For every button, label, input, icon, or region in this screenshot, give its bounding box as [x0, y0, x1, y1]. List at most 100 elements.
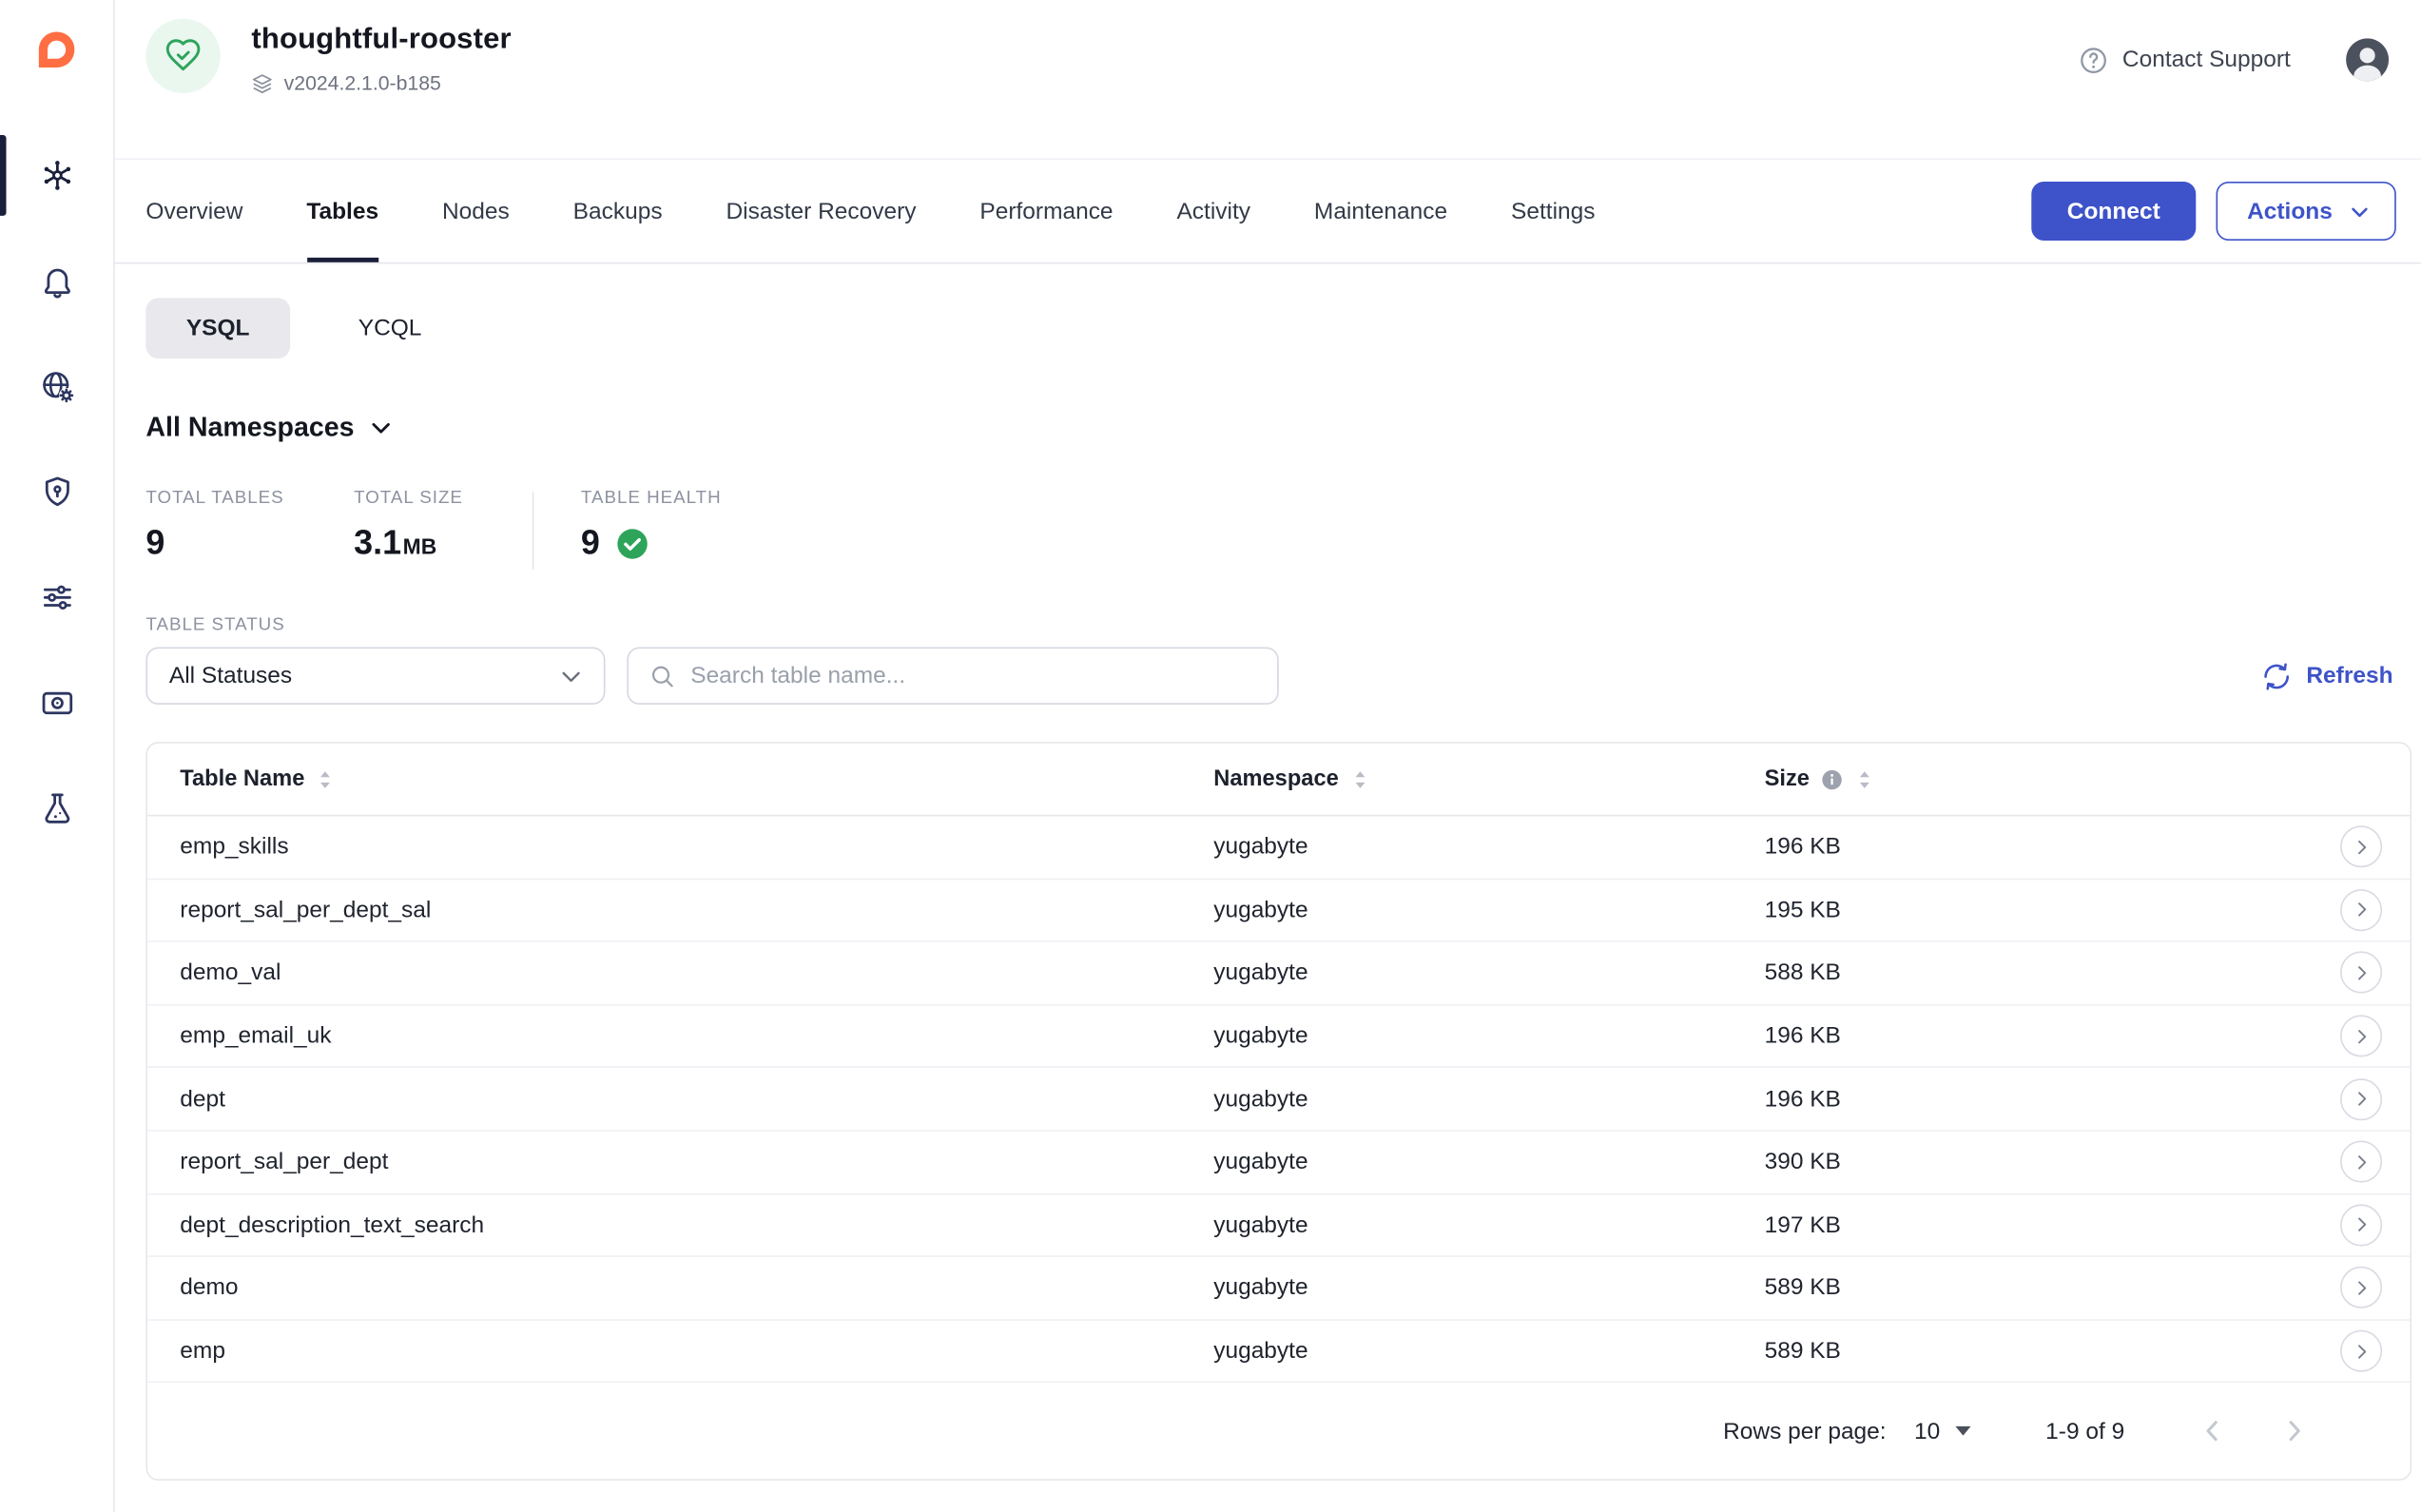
sidebar	[0, 0, 115, 1512]
tab-disaster-recovery[interactable]: Disaster Recovery	[726, 160, 916, 262]
connect-button[interactable]: Connect	[2031, 182, 2196, 241]
sidebar-item-clusters[interactable]	[0, 142, 113, 210]
rows-per-page-value: 10	[1914, 1418, 1940, 1444]
stat-total-tables: TOTAL TABLES 9	[145, 489, 283, 563]
stat-total-tables-value: 9	[145, 523, 283, 563]
tab-maintenance[interactable]: Maintenance	[1314, 160, 1447, 262]
column-header-size[interactable]: Size	[1765, 766, 1875, 791]
question-circle-icon	[2078, 45, 2109, 76]
tab-nodes[interactable]: Nodes	[442, 160, 510, 262]
chevron-right-icon	[2351, 900, 2373, 921]
status-select[interactable]: All Statuses	[145, 648, 605, 705]
tables-content: YSQL YCQL All Namespaces TOTAL TABLES 9 …	[115, 263, 2421, 1480]
chevron-down-icon	[367, 413, 397, 442]
actions-button[interactable]: Actions	[2216, 182, 2395, 241]
table-row[interactable]: report_sal_per_dept_sal yugabyte 195 KB	[147, 880, 2410, 942]
column-header-table-name[interactable]: Table Name	[180, 766, 336, 791]
stat-total-tables-label: TOTAL TABLES	[145, 489, 283, 508]
row-detail-button[interactable]	[2340, 889, 2382, 931]
search-icon	[649, 662, 676, 689]
cell-namespace: yugabyte	[1213, 1086, 1764, 1113]
column-label: Size	[1765, 766, 1810, 791]
chevron-right-icon	[2351, 1152, 2373, 1173]
layers-icon	[251, 72, 273, 94]
tab-overview[interactable]: Overview	[145, 160, 242, 262]
table-row[interactable]: emp_email_uk yugabyte 196 KB	[147, 1005, 2410, 1068]
table-row[interactable]: demo yugabyte 589 KB	[147, 1257, 2410, 1320]
check-circle-icon	[615, 527, 648, 559]
contact-support-label: Contact Support	[2122, 47, 2291, 73]
globe-gear-icon	[38, 368, 75, 405]
flask-icon	[38, 790, 75, 827]
tables-card: Table Name Namespace Size emp	[145, 742, 2411, 1481]
table-row[interactable]: demo_val yugabyte 588 KB	[147, 942, 2410, 1005]
rows-per-page-select[interactable]: 10	[1914, 1418, 1971, 1444]
sidebar-item-alerts[interactable]	[0, 246, 113, 315]
cell-namespace: yugabyte	[1213, 834, 1764, 861]
tabs: Overview Tables Nodes Backups Disaster R…	[145, 160, 1595, 262]
namespace-dropdown[interactable]: All Namespaces	[145, 411, 396, 443]
sidebar-item-labs[interactable]	[0, 774, 113, 843]
sidebar-item-security[interactable]	[0, 457, 113, 526]
sort-icon	[316, 769, 336, 789]
sidebar-item-monitor[interactable]	[0, 669, 113, 737]
table-row[interactable]: dept yugabyte 196 KB	[147, 1068, 2410, 1131]
row-detail-button[interactable]	[2340, 1330, 2382, 1372]
table-row[interactable]: report_sal_per_dept yugabyte 390 KB	[147, 1132, 2410, 1194]
table-status-label: TABLE STATUS	[145, 616, 2411, 635]
previous-page-button[interactable]	[2196, 1414, 2230, 1448]
search-input[interactable]	[690, 663, 1258, 689]
row-detail-button[interactable]	[2340, 952, 2382, 994]
contact-support-link[interactable]: Contact Support	[2078, 45, 2291, 76]
cluster-version: v2024.2.1.0-b185	[251, 71, 511, 94]
stat-table-health-value: 9	[581, 523, 722, 563]
table-header-row: Table Name Namespace Size	[147, 744, 2410, 817]
chevron-right-icon	[2351, 836, 2373, 858]
yugabyte-logo-icon	[36, 27, 78, 73]
tab-actions: Connect Actions	[2031, 160, 2396, 262]
next-page-button[interactable]	[2276, 1414, 2311, 1448]
table-row[interactable]: emp_skills yugabyte 196 KB	[147, 816, 2410, 879]
tab-performance[interactable]: Performance	[979, 160, 1113, 262]
row-detail-button[interactable]	[2340, 1204, 2382, 1246]
pagination-range: 1-9 of 9	[2045, 1418, 2124, 1444]
refresh-button[interactable]: Refresh	[2261, 660, 2392, 691]
chevron-right-icon	[2351, 1088, 2373, 1110]
tab-backups[interactable]: Backups	[573, 160, 663, 262]
stat-total-size-unit: MB	[403, 533, 437, 558]
cell-size: 390 KB	[1765, 1149, 2313, 1175]
column-header-namespace[interactable]: Namespace	[1213, 766, 1369, 791]
table-row[interactable]: emp yugabyte 589 KB	[147, 1320, 2410, 1383]
cluster-header: thoughtful-rooster v2024.2.1.0-b185	[115, 0, 2421, 160]
main-area: thoughtful-rooster v2024.2.1.0-b185	[115, 0, 2421, 1512]
sidebar-item-network[interactable]	[0, 352, 113, 420]
table-pagination: Rows per page: 10 1-9 of 9	[147, 1384, 2410, 1480]
tab-activity[interactable]: Activity	[1176, 160, 1250, 262]
row-detail-button[interactable]	[2340, 1015, 2382, 1056]
status-select-value: All Statuses	[169, 663, 292, 689]
stats-row: TOTAL TABLES 9 TOTAL SIZE 3.1 MB TABLE H…	[145, 489, 2411, 570]
tab-tables[interactable]: Tables	[306, 160, 378, 262]
cell-table-name: report_sal_per_dept	[180, 1149, 1213, 1175]
user-avatar[interactable]	[2342, 34, 2393, 86]
sidebar-item-preferences[interactable]	[0, 563, 113, 631]
cluster-icon	[38, 157, 75, 194]
yugabyte-logo[interactable]	[36, 25, 78, 74]
sort-icon	[1349, 769, 1369, 789]
api-toggle-ysql[interactable]: YSQL	[145, 298, 290, 359]
row-detail-button[interactable]	[2340, 1078, 2382, 1120]
api-toggle-ycql[interactable]: YCQL	[318, 298, 462, 359]
stat-table-health-number: 9	[581, 523, 600, 563]
cell-table-name: emp_skills	[180, 834, 1213, 861]
table-row[interactable]: dept_description_text_search yugabyte 19…	[147, 1194, 2410, 1257]
row-detail-button[interactable]	[2340, 1267, 2382, 1308]
tab-settings[interactable]: Settings	[1511, 160, 1595, 262]
cluster-title-block: thoughtful-rooster v2024.2.1.0-b185	[251, 19, 511, 95]
cell-table-name: report_sal_per_dept_sal	[180, 897, 1213, 923]
row-detail-button[interactable]	[2340, 826, 2382, 868]
row-detail-button[interactable]	[2340, 1141, 2382, 1183]
actions-label: Actions	[2247, 198, 2333, 224]
monitor-icon	[38, 685, 75, 722]
stat-total-size-value: 3.1 MB	[354, 523, 463, 563]
screenshot-stage: thoughtful-rooster v2024.2.1.0-b185	[0, 0, 2421, 1512]
